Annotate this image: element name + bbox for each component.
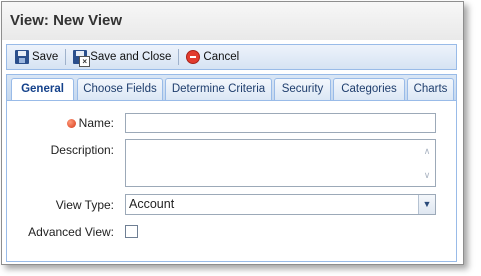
advanced-view-label: Advanced View: [28, 225, 114, 239]
tab-choose-fields[interactable]: Choose Fields [77, 78, 163, 100]
cancel-button[interactable]: Cancel [182, 47, 243, 67]
required-indicator-icon [66, 119, 76, 128]
toolbar-separator [178, 49, 180, 65]
save-button-label: Save [32, 51, 59, 63]
save-close-icon: × [73, 50, 91, 67]
save-icon [15, 50, 29, 64]
scroll-up-icon[interactable]: ∧ [422, 147, 432, 156]
tab-categories[interactable]: Categories [333, 78, 405, 100]
tab-general[interactable]: General [11, 78, 74, 102]
view-type-select[interactable]: Account ▼ [125, 194, 436, 215]
tab-security[interactable]: Security [274, 78, 331, 100]
save-and-close-button[interactable]: × Save and Close [69, 47, 175, 67]
cancel-icon [186, 50, 201, 64]
name-input[interactable] [125, 113, 436, 133]
tab-determine-criteria[interactable]: Determine Criteria [165, 78, 272, 100]
scroll-down-icon[interactable]: ∨ [422, 171, 432, 180]
view-type-label: View Type: [55, 198, 114, 212]
description-label: Description: [50, 143, 114, 157]
tab-charts[interactable]: Charts [407, 78, 454, 100]
general-panel: Name: Description: ∧ ∨ View Type: Accoun… [6, 100, 457, 262]
save-button[interactable]: Save [11, 47, 62, 67]
advanced-view-checkbox[interactable] [125, 225, 138, 238]
window-title: View: New View [2, 2, 463, 40]
tab-strip: General Choose Fields Determine Criteria… [6, 74, 457, 102]
chevron-down-icon[interactable]: ▼ [418, 195, 435, 214]
name-label-text: Name: [78, 116, 114, 130]
toolbar: Save × Save and Close Cancel [6, 44, 457, 70]
save-and-close-label: Save and Close [90, 51, 172, 63]
name-label: Name: [7, 116, 114, 130]
description-textarea[interactable]: ∧ ∨ [125, 139, 436, 187]
cancel-button-label: Cancel [203, 51, 240, 63]
toolbar-separator [65, 49, 67, 65]
dialog-window: View: New View Save × Save and Close Can… [1, 1, 464, 265]
view-type-value: Account [129, 197, 175, 211]
